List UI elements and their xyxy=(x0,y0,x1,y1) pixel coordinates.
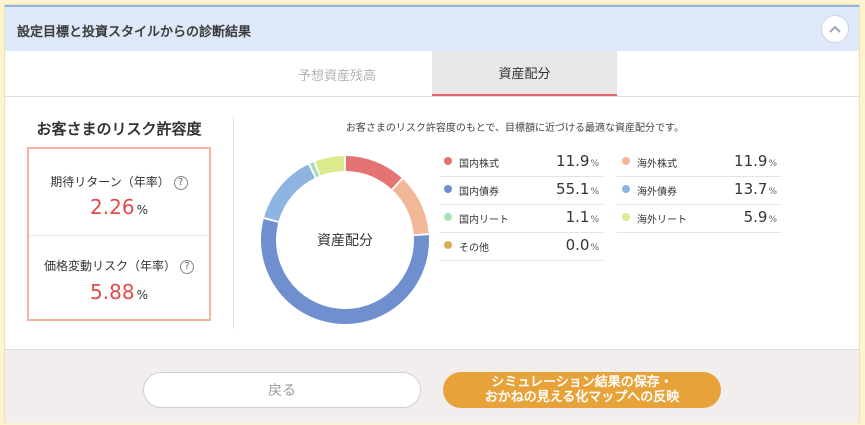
legend-dot xyxy=(622,157,630,165)
chevron-up-icon xyxy=(829,25,841,33)
collapse-button[interactable] xyxy=(821,15,849,43)
donut-slice-3 xyxy=(264,164,315,222)
expected-return-value: 2.26% xyxy=(90,195,148,219)
tab-projected-balance[interactable]: 予想資産残高 xyxy=(242,51,432,97)
help-icon[interactable]: ? xyxy=(173,175,188,190)
allocation-donut-chart: 資産配分 xyxy=(261,156,429,325)
save-and-reflect-button[interactable]: シミュレーション結果の保存・ おかねの見える化マップへの反映 xyxy=(443,372,721,408)
tab-bar: 予想資産残高 資産配分 xyxy=(5,51,859,97)
footer-bar: 戻る シミュレーション結果の保存・ おかねの見える化マップへの反映 xyxy=(5,349,859,423)
legend-dot xyxy=(444,157,452,165)
legend-item-domestic-stock: 国内株式 11.9% xyxy=(439,149,603,177)
tab-divider xyxy=(5,96,859,97)
legend-item-domestic-reit: 国内リート 1.1% xyxy=(439,205,603,233)
risk-separator xyxy=(29,235,209,236)
donut-center-label: 資産配分 xyxy=(317,233,373,249)
donut-slice-1 xyxy=(392,179,429,235)
tab-asset-allocation[interactable]: 資産配分 xyxy=(432,51,617,97)
panel-title: 設定目標と投資スタイルからの診断結果 xyxy=(17,25,252,40)
volatility-value: 5.88% xyxy=(90,280,148,304)
risk-tolerance-box: 期待リターン（年率）? 2.26% 価格変動リスク（年率）? 5.88% xyxy=(27,147,211,321)
allocation-description: お客さまのリスク許容度のもとで、目標額に近づける最適な資産配分です。 xyxy=(345,123,685,134)
legend-item-foreign-reit: 海外リート 5.9% xyxy=(617,205,781,233)
donut-slice-0 xyxy=(345,156,402,189)
vertical-divider xyxy=(233,117,234,329)
legend-item-foreign-stock: 海外株式 11.9% xyxy=(617,149,781,177)
back-button[interactable]: 戻る xyxy=(143,372,421,408)
panel-header: 設定目標と投資スタイルからの診断結果 xyxy=(5,5,859,51)
legend-item-other: その他 0.0% xyxy=(439,233,603,261)
legend-dot xyxy=(622,185,630,193)
legend-dot xyxy=(444,185,452,193)
help-icon[interactable]: ? xyxy=(180,259,194,274)
legend-item-domestic-bond: 国内債券 55.1% xyxy=(439,177,603,205)
expected-return-label: 期待リターン（年率）? xyxy=(29,173,209,190)
legend-item-foreign-bond: 海外債券 13.7% xyxy=(617,177,781,205)
donut-slice-5 xyxy=(315,156,345,176)
legend-dot xyxy=(444,241,452,249)
diagnosis-panel: 設定目標と投資スタイルからの診断結果 予想資産残高 資産配分 お客さまのリスク許… xyxy=(4,4,860,423)
legend-dot xyxy=(622,213,630,221)
legend-dot xyxy=(444,213,452,221)
volatility-label: 価格変動リスク（年率）? xyxy=(29,257,209,274)
risk-tolerance-title: お客さまのリスク許容度 xyxy=(36,120,202,138)
